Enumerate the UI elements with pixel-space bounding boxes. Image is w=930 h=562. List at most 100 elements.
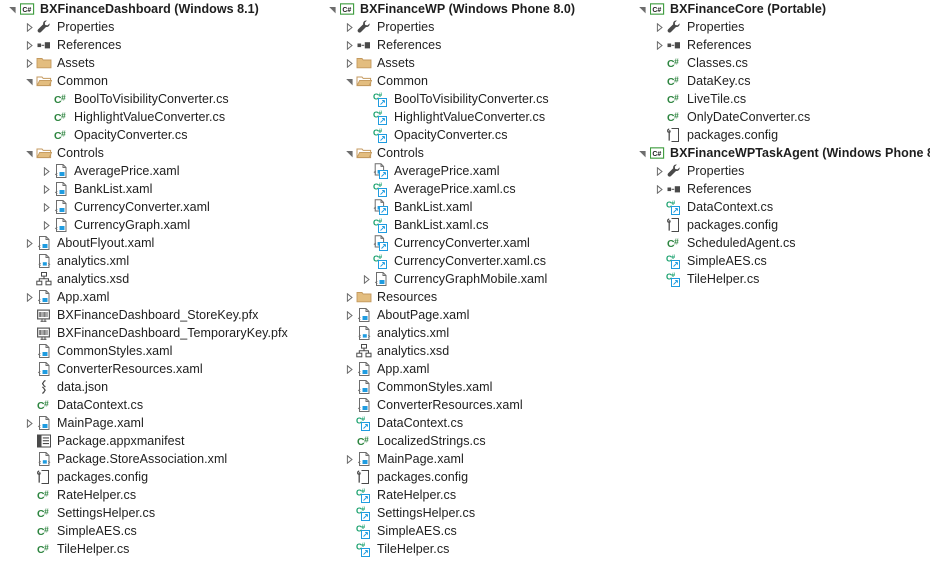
expander-collapsed-icon[interactable] — [39, 216, 53, 234]
tree-item[interactable]: C # CurrencyConverter.xaml.cs — [320, 252, 630, 270]
tree-item[interactable]: Controls — [0, 144, 320, 162]
expander-expanded-icon[interactable] — [635, 0, 649, 18]
tree-item[interactable]: C # SimpleAES.cs — [630, 252, 930, 270]
tree-item[interactable]: Controls — [320, 144, 630, 162]
expander-collapsed-icon[interactable] — [342, 360, 356, 378]
tree-item[interactable]: C # ScheduledAgent.cs — [630, 234, 930, 252]
expander-collapsed-icon[interactable] — [22, 36, 36, 54]
tree-item[interactable]: C # SimpleAES.cs — [320, 522, 630, 540]
tree-item[interactable]: C # SimpleAES.cs — [0, 522, 320, 540]
expander-expanded-icon[interactable] — [325, 0, 339, 18]
tree-item[interactable]: C # SettingsHelper.cs — [0, 504, 320, 522]
project-node[interactable]: C# BXFinanceDashboard (Windows 8.1) — [0, 0, 320, 18]
tree-item[interactable]: App.xaml — [0, 288, 320, 306]
tree-item[interactable]: C # BoolToVisibilityConverter.cs — [320, 90, 630, 108]
tree-item[interactable]: C # TileHelper.cs — [630, 270, 930, 288]
tree-item[interactable]: Properties — [630, 18, 930, 36]
tree-item[interactable]: CurrencyGraphMobile.xaml — [320, 270, 630, 288]
tree-item[interactable]: CommonStyles.xaml — [0, 342, 320, 360]
expander-collapsed-icon[interactable] — [359, 270, 373, 288]
expander-collapsed-icon[interactable] — [22, 414, 36, 432]
tree-item[interactable]: CurrencyConverter.xaml — [0, 198, 320, 216]
expander-collapsed-icon[interactable] — [22, 288, 36, 306]
tree-item[interactable]: C # Classes.cs — [630, 54, 930, 72]
tree-item[interactable]: C # SettingsHelper.cs — [320, 504, 630, 522]
tree-item[interactable]: C # DataContext.cs — [630, 198, 930, 216]
expander-collapsed-icon[interactable] — [22, 234, 36, 252]
tree-item[interactable]: C # OpacityConverter.cs — [0, 126, 320, 144]
tree-item[interactable]: References — [320, 36, 630, 54]
tree-item[interactable]: packages.config — [0, 468, 320, 486]
expander-collapsed-icon[interactable] — [342, 450, 356, 468]
tree-item[interactable]: C # BoolToVisibilityConverter.cs — [0, 90, 320, 108]
tree-item[interactable]: CommonStyles.xaml — [320, 378, 630, 396]
tree-item[interactable]: C # RateHelper.cs — [320, 486, 630, 504]
expander-collapsed-icon[interactable] — [652, 162, 666, 180]
expander-expanded-icon[interactable] — [22, 144, 36, 162]
tree-item[interactable]: References — [0, 36, 320, 54]
project-node[interactable]: C# BXFinanceWP (Windows Phone 8.0) — [320, 0, 630, 18]
tree-item[interactable]: App.xaml — [320, 360, 630, 378]
tree-item[interactable]: analytics.xsd — [320, 342, 630, 360]
tree-item[interactable]: BXFinanceDashboard_StoreKey.pfx — [0, 306, 320, 324]
tree-item[interactable]: Assets — [320, 54, 630, 72]
expander-collapsed-icon[interactable] — [342, 18, 356, 36]
tree-item[interactable]: analytics.xml — [320, 324, 630, 342]
tree-item[interactable]: C # LiveTile.cs — [630, 90, 930, 108]
expander-collapsed-icon[interactable] — [22, 18, 36, 36]
expander-collapsed-icon[interactable] — [652, 180, 666, 198]
tree-item[interactable]: C # RateHelper.cs — [0, 486, 320, 504]
tree-item[interactable]: Properties — [630, 162, 930, 180]
tree-item[interactable]: BankList.xaml — [320, 198, 630, 216]
tree-item[interactable]: MainPage.xaml — [0, 414, 320, 432]
tree-item[interactable]: C # OpacityConverter.cs — [320, 126, 630, 144]
tree-item[interactable]: Resources — [320, 288, 630, 306]
tree-item[interactable]: Properties — [320, 18, 630, 36]
project-node[interactable]: C# BXFinanceWPTaskAgent (Windows Phone 8.… — [630, 144, 930, 162]
tree-item[interactable]: C # HighlightValueConverter.cs — [0, 108, 320, 126]
tree-item[interactable]: Common — [0, 72, 320, 90]
tree-item[interactable]: AveragePrice.xaml — [320, 162, 630, 180]
tree-item[interactable]: Common — [320, 72, 630, 90]
tree-item[interactable]: ConverterResources.xaml — [0, 360, 320, 378]
tree-item[interactable]: analytics.xsd — [0, 270, 320, 288]
expander-expanded-icon[interactable] — [22, 72, 36, 90]
tree-item[interactable]: packages.config — [630, 126, 930, 144]
expander-collapsed-icon[interactable] — [342, 54, 356, 72]
tree-item[interactable]: C # DataContext.cs — [320, 414, 630, 432]
tree-item[interactable]: AboutFlyout.xaml — [0, 234, 320, 252]
tree-item[interactable]: References — [630, 180, 930, 198]
tree-item[interactable]: C # DataContext.cs — [0, 396, 320, 414]
tree-item[interactable]: packages.config — [320, 468, 630, 486]
tree-item[interactable]: AveragePrice.xaml — [0, 162, 320, 180]
tree-item[interactable]: C # BankList.xaml.cs — [320, 216, 630, 234]
tree-item[interactable]: data.json — [0, 378, 320, 396]
tree-item[interactable]: C # AveragePrice.xaml.cs — [320, 180, 630, 198]
expander-expanded-icon[interactable] — [342, 144, 356, 162]
expander-collapsed-icon[interactable] — [22, 54, 36, 72]
tree-item[interactable]: C # HighlightValueConverter.cs — [320, 108, 630, 126]
project-node[interactable]: C# BXFinanceCore (Portable) — [630, 0, 930, 18]
expander-expanded-icon[interactable] — [342, 72, 356, 90]
expander-collapsed-icon[interactable] — [342, 36, 356, 54]
tree-item[interactable]: C # TileHelper.cs — [320, 540, 630, 558]
tree-item[interactable]: packages.config — [630, 216, 930, 234]
tree-item[interactable]: AboutPage.xaml — [320, 306, 630, 324]
expander-collapsed-icon[interactable] — [39, 180, 53, 198]
expander-collapsed-icon[interactable] — [342, 306, 356, 324]
tree-item[interactable]: Package.appxmanifest — [0, 432, 320, 450]
expander-expanded-icon[interactable] — [635, 144, 649, 162]
expander-collapsed-icon[interactable] — [342, 288, 356, 306]
tree-item[interactable]: C # TileHelper.cs — [0, 540, 320, 558]
tree-item[interactable]: C # OnlyDateConverter.cs — [630, 108, 930, 126]
tree-item[interactable]: C # DataKey.cs — [630, 72, 930, 90]
tree-item[interactable]: Properties — [0, 18, 320, 36]
tree-item[interactable]: C # LocalizedStrings.cs — [320, 432, 630, 450]
expander-collapsed-icon[interactable] — [652, 36, 666, 54]
tree-item[interactable]: CurrencyGraph.xaml — [0, 216, 320, 234]
tree-item[interactable]: Assets — [0, 54, 320, 72]
tree-item[interactable]: MainPage.xaml — [320, 450, 630, 468]
tree-item[interactable]: Package.StoreAssociation.xml — [0, 450, 320, 468]
tree-item[interactable]: BankList.xaml — [0, 180, 320, 198]
tree-item[interactable]: BXFinanceDashboard_TemporaryKey.pfx — [0, 324, 320, 342]
